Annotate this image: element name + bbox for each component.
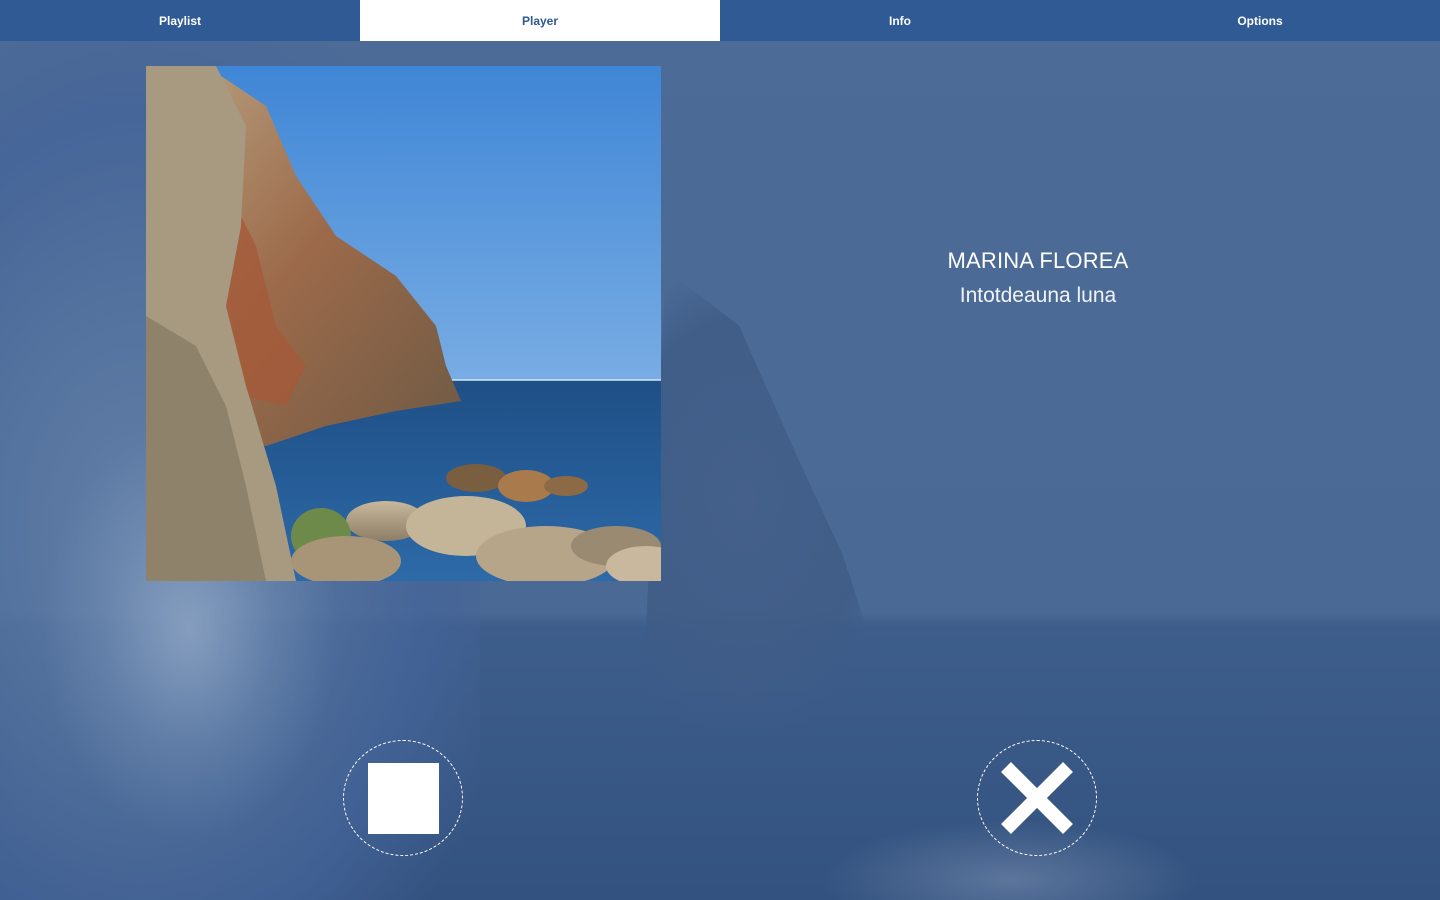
close-button[interactable] [977, 740, 1097, 856]
stop-icon [367, 762, 439, 834]
track-title: Intotdeauna luna [959, 284, 1117, 307]
tab-options[interactable]: Options [1080, 0, 1440, 41]
track-info: MARINA FLOREA Intotdeauna luna [850, 248, 1226, 308]
artist-name: MARINA FLOREA [947, 248, 1129, 273]
stop-button[interactable] [343, 740, 463, 856]
tab-bar: Playlist Player Info Options [0, 0, 1440, 41]
tab-player[interactable]: Player [360, 0, 720, 41]
close-icon [1001, 762, 1073, 834]
tab-playlist[interactable]: Playlist [0, 0, 360, 41]
tab-info[interactable]: Info [720, 0, 1080, 41]
album-art-image [146, 66, 661, 581]
album-art [146, 66, 661, 581]
background-cliff [640, 270, 900, 730]
